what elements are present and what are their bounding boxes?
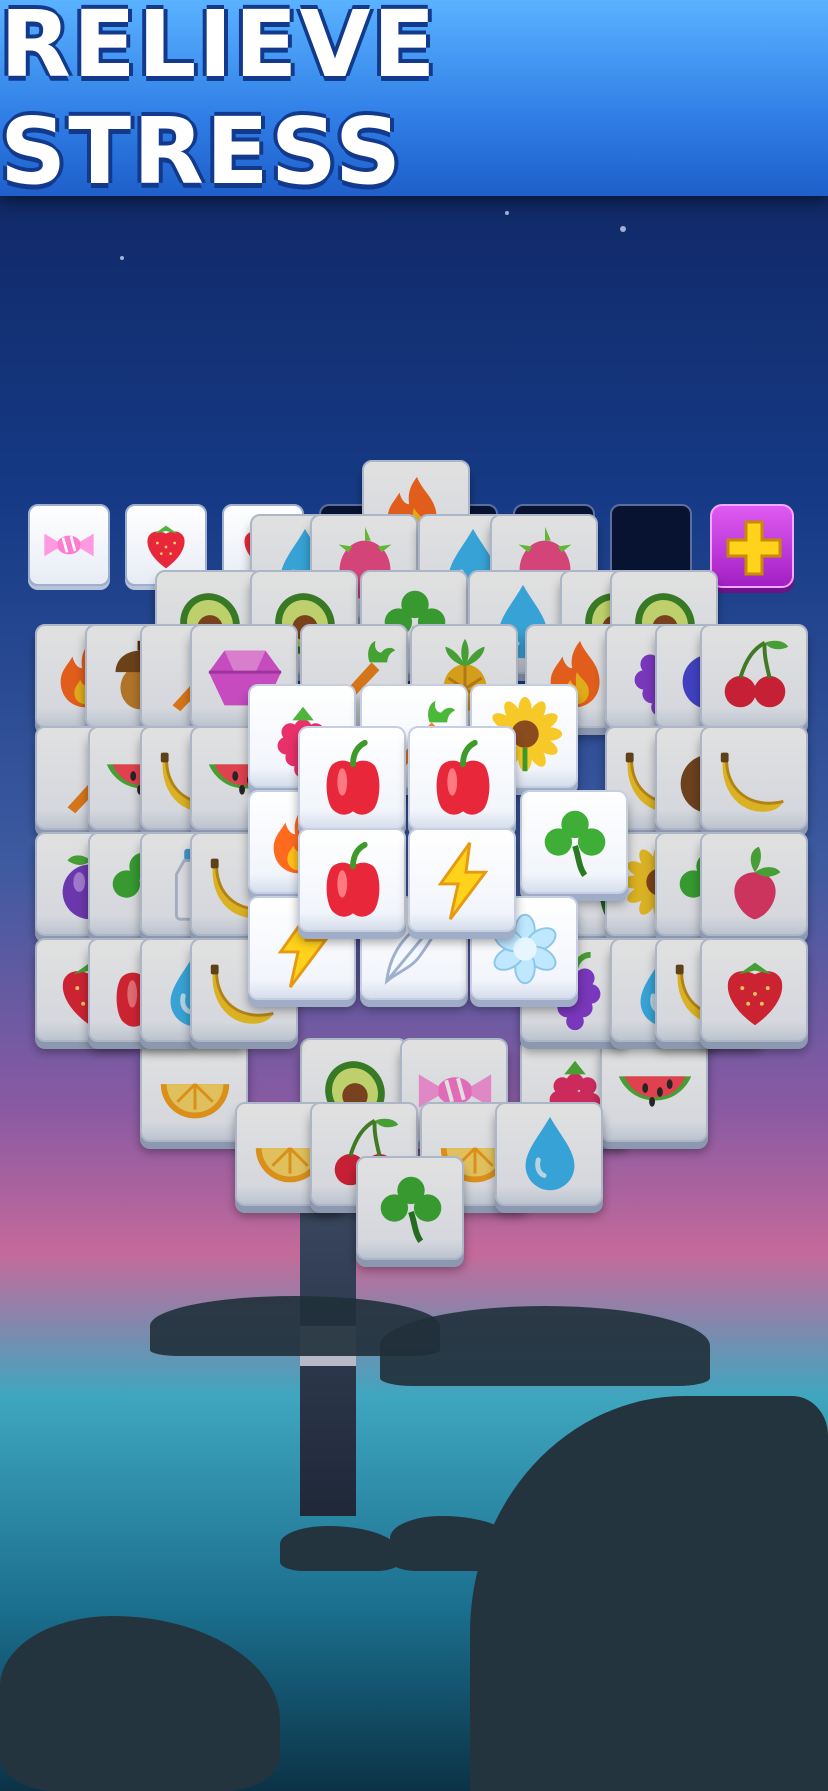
tile[interactable]: [356, 1156, 464, 1260]
rock: [0, 1616, 280, 1791]
tile[interactable]: [700, 938, 808, 1042]
watermelon-icon: [618, 1076, 692, 1107]
tile[interactable]: [520, 790, 628, 894]
banner-title: RELIEVE STRESS: [0, 0, 438, 205]
tile[interactable]: [298, 726, 406, 830]
clover-icon: [380, 1176, 442, 1244]
rock: [280, 1526, 400, 1571]
tile[interactable]: [700, 624, 808, 728]
strawberry-icon: [727, 962, 783, 1026]
radish-icon: [734, 846, 781, 920]
tile[interactable]: [600, 1038, 708, 1142]
tile[interactable]: [700, 726, 808, 830]
bell-pepper-icon: [326, 841, 380, 917]
tile[interactable]: [298, 828, 406, 932]
tile[interactable]: [408, 726, 516, 830]
bell-pepper-icon: [436, 739, 490, 815]
bell-pepper-icon: [326, 739, 380, 815]
clover-icon: [544, 810, 606, 878]
lightning-icon: [437, 842, 489, 921]
tile[interactable]: [495, 1102, 603, 1206]
tile-board: [0, 196, 828, 1496]
orange-slice-icon: [160, 1083, 230, 1119]
cherry-icon: [724, 640, 789, 708]
banana-icon: [720, 752, 784, 812]
title-banner: RELIEVE STRESS: [0, 0, 828, 205]
tile[interactable]: [700, 832, 808, 936]
water-drop-icon: [525, 1116, 575, 1191]
game-scene: [0, 196, 828, 1791]
tile[interactable]: [140, 1038, 248, 1142]
tile[interactable]: [408, 828, 516, 932]
